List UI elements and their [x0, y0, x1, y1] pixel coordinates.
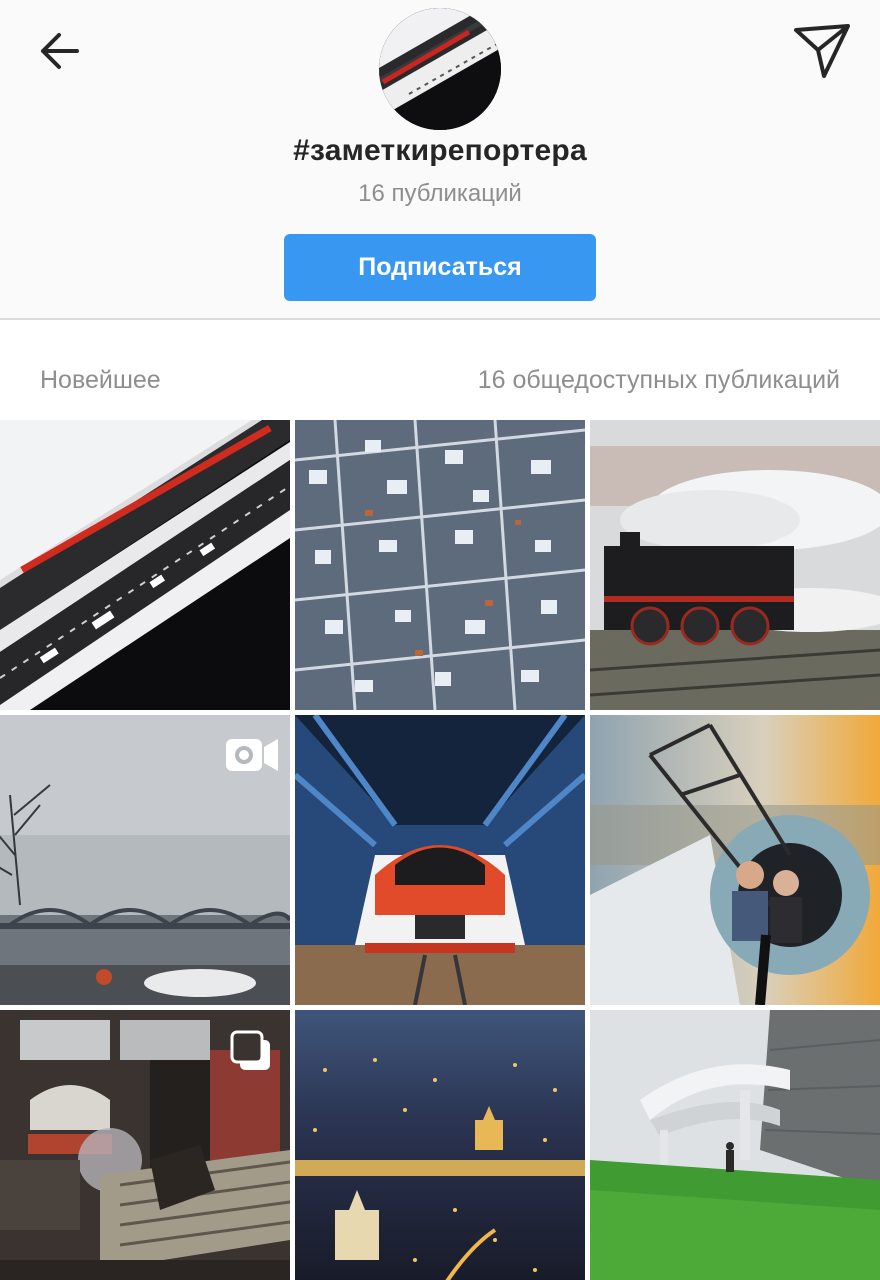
- multiple-photos-icon: [230, 1030, 272, 1072]
- hashtag-header: #заметкирепортера 16 публикаций Подписат…: [0, 0, 880, 320]
- post-thumbnail[interactable]: [0, 715, 290, 1005]
- share-button[interactable]: [786, 14, 858, 86]
- video-camera-icon: [224, 735, 280, 775]
- post-thumbnail[interactable]: [295, 715, 585, 1005]
- arrow-left-icon: [41, 33, 79, 69]
- post-grid: [0, 420, 880, 1280]
- hashtag-title: #заметкирепортера: [293, 134, 587, 167]
- post-thumbnail[interactable]: [295, 420, 585, 710]
- section-row: Новейшее 16 общедоступных публикаций: [0, 362, 880, 406]
- follow-button[interactable]: Подписаться: [284, 234, 596, 301]
- post-thumbnail[interactable]: [590, 715, 880, 1005]
- paper-plane-icon: [794, 24, 850, 78]
- sort-label: Новейшее: [40, 366, 161, 394]
- post-thumbnail[interactable]: [0, 1010, 290, 1280]
- public-count: 16 общедоступных публикаций: [477, 366, 840, 394]
- post-thumbnail[interactable]: [295, 1010, 585, 1280]
- post-count: 16 публикаций: [358, 180, 522, 207]
- post-thumbnail[interactable]: [590, 420, 880, 710]
- hashtag-avatar: [379, 8, 501, 130]
- back-button[interactable]: [28, 20, 90, 82]
- post-thumbnail[interactable]: [590, 1010, 880, 1280]
- post-thumbnail[interactable]: [0, 420, 290, 710]
